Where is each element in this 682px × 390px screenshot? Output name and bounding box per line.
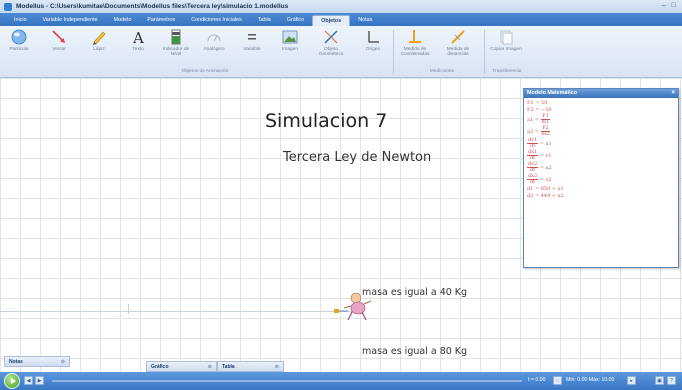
tab-tabla[interactable]: Tabla xyxy=(250,15,279,26)
variable-icon xyxy=(244,29,260,45)
pin-icon[interactable]: ⊘ xyxy=(208,362,212,372)
equation: d1 = 850 + x1 xyxy=(527,186,564,192)
menu-tabs: Inicio Variable Independiente Modelo Par… xyxy=(0,13,682,26)
modellus-app-icon xyxy=(4,2,12,11)
copy-image-button[interactable]: Copiar Imagen xyxy=(489,29,523,67)
tab-variable-independiente[interactable]: Variable Independiente xyxy=(35,15,106,26)
math-model-header: Modelo Matemático × xyxy=(524,89,678,98)
axis-label-mid: ····· xyxy=(116,314,124,319)
step-forward-button[interactable]: ▶ xyxy=(35,376,44,385)
equation: dx2 dt = v2 xyxy=(527,173,552,185)
particle-icon xyxy=(11,29,27,45)
maximize-button[interactable]: □ xyxy=(672,2,676,9)
close-icon[interactable]: × xyxy=(671,89,675,98)
math-model-title: Modelo Matemático xyxy=(527,90,578,96)
image-button[interactable]: Imagen xyxy=(273,29,307,67)
equation: a2 = F2 m2 xyxy=(527,125,551,137)
geometric-object-icon xyxy=(323,29,339,45)
pin-icon[interactable]: ⊘ xyxy=(61,357,65,367)
coordinate-measure-icon xyxy=(407,29,423,45)
time-step-button[interactable]: ◌ xyxy=(553,376,562,385)
mass-1-label: masa es igual a 40 Kg xyxy=(362,287,468,298)
group-label-transfer: Transferencia xyxy=(492,69,522,74)
equation: a1 = F1 m1 xyxy=(527,113,551,125)
window-controls: – □ xyxy=(662,2,676,9)
level-indicator-icon xyxy=(168,29,184,45)
origin-icon xyxy=(365,29,381,45)
window-title: Modellus - C:\Users\kumitae\Documents\Mo… xyxy=(16,3,289,10)
minimize-button[interactable]: – xyxy=(662,2,666,9)
simulation-subtitle: Tercera Ley de Newton xyxy=(283,150,432,165)
range-readout: Min: 0.00 Máx: 10.00 xyxy=(566,377,615,383)
time-readout: t = 0.00 xyxy=(528,377,546,383)
tab-grafico[interactable]: Gráfico xyxy=(279,15,312,26)
tab-inicio[interactable]: Inicio xyxy=(6,15,35,26)
text-button[interactable]: A Texto xyxy=(121,29,155,67)
coordinate-measure-button[interactable]: Medida de Coordenadas xyxy=(398,29,432,67)
dock-tab-tabla[interactable]: Tabla ⊘ xyxy=(217,361,284,372)
range-settings-button[interactable]: ▸ xyxy=(627,376,636,385)
origin-button[interactable]: Origen xyxy=(356,29,390,67)
equation: dx1 dt = v1 xyxy=(527,149,552,161)
dock-tab-notas[interactable]: Notas ⊘ xyxy=(4,356,70,367)
analog-icon xyxy=(206,29,222,45)
variable-button[interactable]: Variable xyxy=(235,29,269,67)
svg-text:A: A xyxy=(132,29,144,45)
tab-parametros[interactable]: Parámetros xyxy=(139,15,183,26)
distance-measure-icon xyxy=(450,29,466,45)
math-model-panel[interactable]: Modelo Matemático × F1 = 50 F2 = −50 a1 … xyxy=(523,88,679,268)
pin-icon[interactable]: ⊘ xyxy=(275,362,279,372)
dock-tab-grafico[interactable]: Gráfico ⊘ xyxy=(146,361,217,372)
tab-objetos[interactable]: Objetos xyxy=(312,15,351,26)
level-indicator-button[interactable]: Indicador de Nivel xyxy=(159,29,193,67)
axis-label-left: —·— xyxy=(6,306,17,311)
distance-measure-button[interactable]: Medida de distancias xyxy=(441,29,475,67)
tab-modelo[interactable]: Modelo xyxy=(106,15,140,26)
equation: F2 = −50 xyxy=(527,107,552,113)
title-bar: Modellus - C:\Users\kumitae\Documents\Mo… xyxy=(0,0,682,13)
time-slider[interactable] xyxy=(52,380,522,382)
step-back-button[interactable]: ◀ xyxy=(24,376,33,385)
status-bar: ◀ ▶ t = 0.00 ◌ Min: 0.00 Máx: 10.00 ▸ ▣ … xyxy=(0,372,682,390)
pencil-button[interactable]: Lápiz xyxy=(82,29,116,67)
particle-button[interactable]: Partícula xyxy=(2,29,36,67)
text-icon: A xyxy=(130,29,146,47)
analog-button[interactable]: Analógico xyxy=(197,29,231,67)
play-button[interactable] xyxy=(4,373,20,389)
ribbon: Partícula Vector Lápiz A Texto Indicador… xyxy=(0,26,682,78)
group-label-animation: Objetos de Animación xyxy=(181,69,229,74)
equation: dv1 dt = a1 xyxy=(527,137,552,149)
origin-tick xyxy=(128,304,129,314)
equation: F1 = 50 xyxy=(527,100,548,106)
mass-2-label: masa es igual a 80 Kg xyxy=(362,346,468,357)
help-button[interactable]: ? xyxy=(667,376,676,385)
group-label-measurements: Mediciones xyxy=(429,69,455,74)
pencil-icon xyxy=(91,29,107,45)
geometric-object-button[interactable]: Objeto Geométrico xyxy=(314,29,348,67)
image-icon xyxy=(282,29,298,45)
x-axis-line xyxy=(0,311,360,312)
equations-list[interactable]: F1 = 50 F2 = −50 a1 = F1 m1 a2 = F2 m2 dv1… xyxy=(524,98,678,202)
equation: dv2 dt = a2 xyxy=(527,161,552,173)
ribbon-separator xyxy=(393,30,394,74)
tab-condiciones-iniciales[interactable]: Condiciones Iniciales xyxy=(183,15,250,26)
tab-notas[interactable]: Notas xyxy=(350,15,380,26)
copy-image-icon xyxy=(498,29,514,45)
equation: d2 = 444 + x2 xyxy=(527,193,564,199)
ribbon-separator xyxy=(484,30,485,74)
vector-icon xyxy=(51,29,67,45)
simulation-title: Simulacion 7 xyxy=(265,110,388,132)
options-button[interactable]: ▣ xyxy=(655,376,664,385)
vector-button[interactable]: Vector xyxy=(42,29,76,67)
